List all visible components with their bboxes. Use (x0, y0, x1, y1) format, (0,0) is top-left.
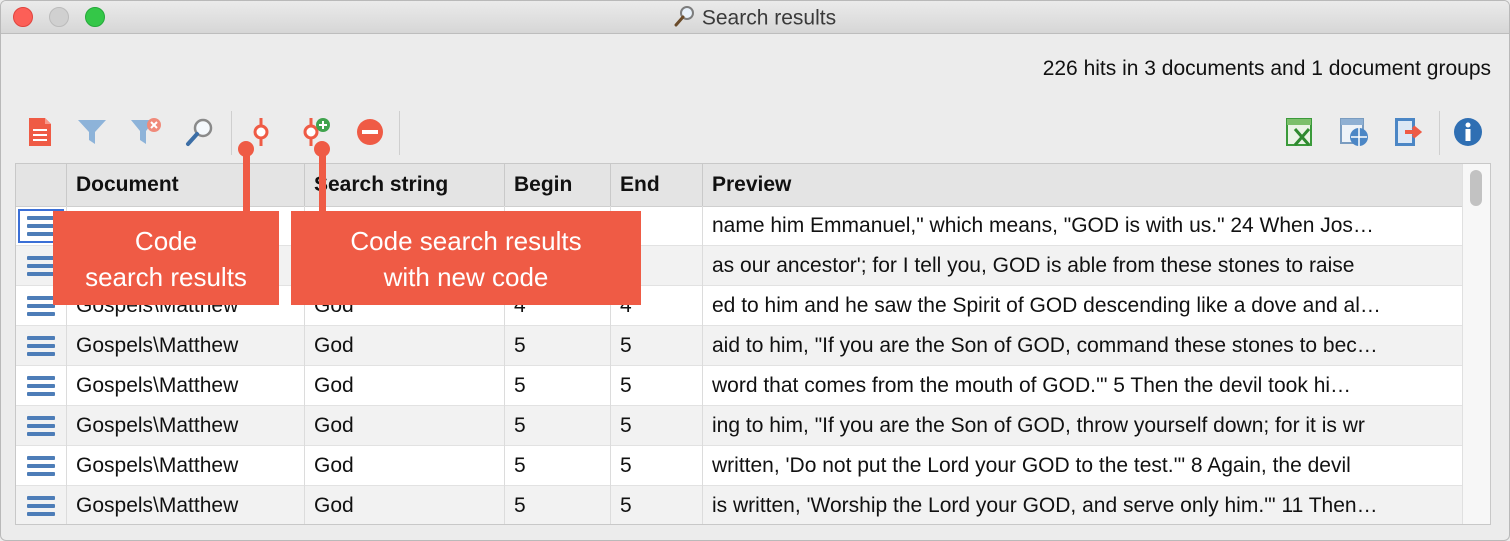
callout-line: with new code (383, 262, 549, 292)
filter-icon[interactable] (73, 113, 111, 151)
cell-search-string: God (305, 326, 505, 366)
cell-search-string: God (305, 406, 505, 446)
table-row[interactable]: Gospels\Matthew God 5 5 is written, 'Worship… (16, 486, 1464, 524)
list-row-icon[interactable] (27, 336, 55, 356)
list-row-icon[interactable] (27, 256, 55, 276)
toolbar-separator (399, 111, 400, 155)
cell-end: 5 (611, 326, 703, 366)
title-bar: Search results (1, 1, 1509, 34)
cell-search-string: God (305, 486, 505, 524)
clear-filter-icon[interactable] (127, 113, 165, 151)
cell-begin: 5 (505, 366, 611, 406)
cell-document: Gospels\Matthew (67, 446, 305, 486)
list-row-icon[interactable] (27, 416, 55, 436)
cell-document: Gospels\Matthew (67, 366, 305, 406)
cell-begin: 5 (505, 406, 611, 446)
row-icon (16, 486, 67, 524)
cell-search-string: God (305, 366, 505, 406)
column-header-search-string[interactable]: Search string (305, 164, 505, 206)
info-icon[interactable] (1449, 113, 1487, 151)
callout-code-with-new-code: Code search results with new code (291, 211, 641, 305)
cell-preview: aid to him, "If you are the Son of GOD, … (712, 334, 1378, 357)
callout-pointer-line (243, 149, 250, 213)
list-row-icon[interactable] (27, 456, 55, 476)
callout-pointer-line (319, 149, 326, 213)
cell-preview: written, 'Do not put the Lord your GOD t… (712, 454, 1351, 477)
callout-line: search results (85, 262, 247, 292)
table-row[interactable]: Gospels\Matthew God 5 5 aid to him, "If you … (16, 326, 1464, 366)
cell-begin: 5 (505, 486, 611, 524)
row-icon (16, 326, 67, 366)
column-header-document[interactable]: Document (67, 164, 305, 206)
toolbar (15, 105, 1495, 157)
callout-pointer-dot (314, 141, 330, 157)
document-list-icon[interactable] (21, 113, 59, 151)
toolbar-separator (231, 111, 232, 155)
cell-document: Gospels\Matthew (67, 486, 305, 524)
column-header-begin[interactable]: Begin (505, 164, 611, 206)
cell-preview: ed to him and he saw the Spirit of GOD d… (712, 294, 1381, 317)
cell-end: 5 (611, 366, 703, 406)
search-icon[interactable] (181, 113, 219, 151)
export-icon[interactable] (1389, 113, 1427, 151)
export-excel-icon[interactable] (1281, 113, 1319, 151)
cell-document: Gospels\Matthew (67, 326, 305, 366)
toolbar-separator (1439, 111, 1440, 155)
cell-preview: is written, 'Worship the Lord your GOD, … (712, 494, 1378, 517)
callout-line: Code search results (350, 226, 582, 256)
list-row-icon[interactable] (27, 376, 55, 396)
cell-end: 5 (611, 486, 703, 524)
vertical-scrollbar[interactable] (1462, 164, 1490, 524)
cell-preview: word that comes from the mouth of GOD.'"… (712, 374, 1352, 397)
scrollbar-thumb[interactable] (1470, 170, 1482, 206)
row-icon (16, 366, 67, 406)
cell-end: 5 (611, 406, 703, 446)
cell-document: Gospels\Matthew (67, 406, 305, 446)
cell-begin: 5 (505, 446, 611, 486)
window-title-container: Search results (1, 5, 1509, 33)
row-icon (16, 406, 67, 446)
window-title: Search results (701, 6, 837, 30)
table-header: Document Search string Begin End Preview (16, 164, 1464, 207)
table-row[interactable]: Gospels\Matthew God 5 5 word that comes fro… (16, 366, 1464, 406)
table-row[interactable]: Gospels\Matthew God 5 5 ing to him, "If you … (16, 406, 1464, 446)
callout-line: Code (134, 226, 198, 256)
search-results-window: Search results 226 hits in 3 documents a… (0, 0, 1510, 541)
cell-preview: as our ancestor'; for I tell you, GOD is… (712, 254, 1355, 277)
list-row-icon[interactable] (27, 296, 55, 316)
remove-icon[interactable] (351, 113, 389, 151)
list-row-icon[interactable] (27, 496, 55, 516)
cell-preview: name him Emmanuel," which means, "GOD is… (712, 214, 1374, 237)
cell-preview: ing to him, "If you are the Son of GOD, … (712, 414, 1365, 437)
table-row[interactable]: Gospels\Matthew God 5 5 written, 'Do not put… (16, 446, 1464, 486)
export-html-icon[interactable] (1335, 113, 1373, 151)
cell-begin: 5 (505, 326, 611, 366)
callout-code-search-results: Code search results (53, 211, 279, 305)
hits-summary: 226 hits in 3 documents and 1 document g… (1042, 57, 1491, 80)
callout-pointer-dot (238, 141, 254, 157)
cell-search-string: God (305, 446, 505, 486)
magnifier-icon (674, 5, 696, 33)
column-header-preview[interactable]: Preview (703, 164, 1464, 206)
row-icon (16, 446, 67, 486)
column-header-end[interactable]: End (611, 164, 703, 206)
cell-end: 5 (611, 446, 703, 486)
column-header-icon[interactable] (16, 164, 67, 206)
